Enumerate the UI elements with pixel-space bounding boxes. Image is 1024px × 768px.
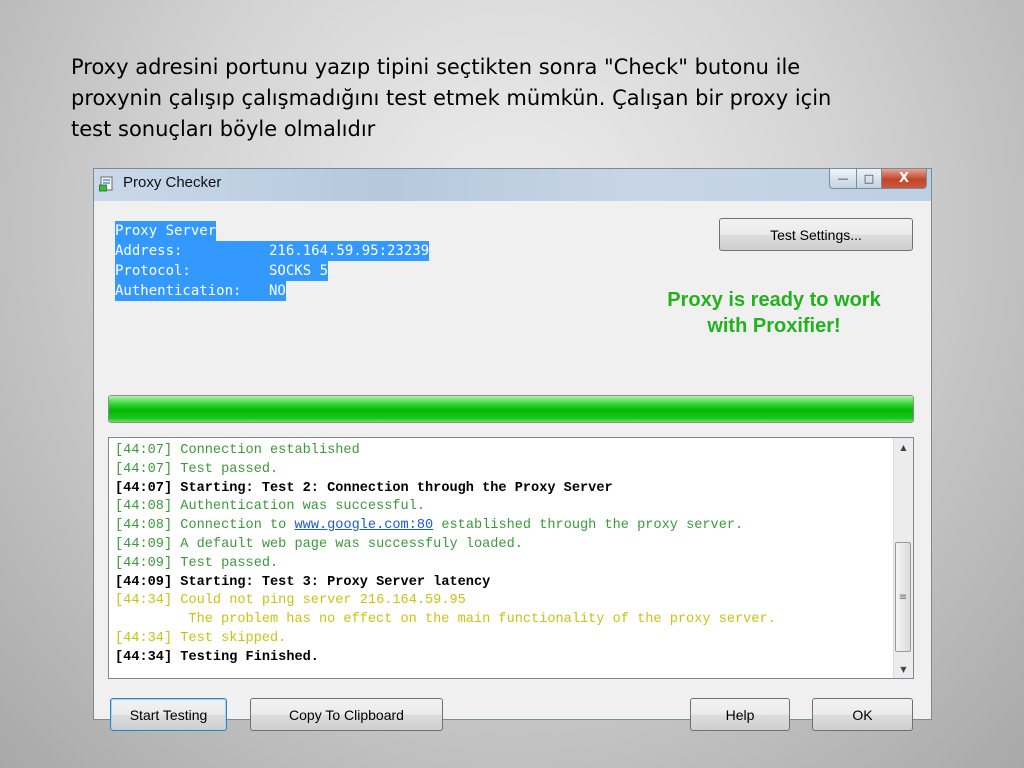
- test-progress-bar: [108, 395, 914, 423]
- proxy-checker-app-icon: [99, 176, 113, 192]
- scrollbar-thumb[interactable]: ≡: [895, 542, 911, 652]
- log-text: Starting: Test 3: Proxy Server latency: [180, 574, 491, 590]
- log-text: A default web page was successfuly loade…: [180, 536, 523, 552]
- start-testing-button[interactable]: Start Testing: [110, 698, 227, 731]
- log-text: Test passed.: [180, 555, 279, 571]
- log-line: [44:07] Starting: Test 2: Connection thr…: [115, 480, 776, 499]
- caption-line: test sonuçları böyle olmalıdır: [71, 117, 376, 141]
- log-line: [44:09] Starting: Test 3: Proxy Server l…: [115, 574, 776, 593]
- log-text: Connection established: [180, 443, 360, 458]
- proxy-status-message: Proxy is ready to work with Proxifier!: [634, 287, 914, 339]
- log-text: Test passed.: [180, 461, 279, 477]
- authentication-value: NO: [269, 281, 286, 301]
- ok-button[interactable]: OK: [812, 698, 913, 731]
- window-client-area: Proxy Server Address: 216.164.59.95:23239…: [94, 201, 931, 731]
- log-line: [44:34] Test skipped.: [115, 630, 776, 649]
- log-line: [44:09] A default web page was successfu…: [115, 536, 776, 555]
- proxy-server-heading: Proxy Server: [115, 221, 217, 241]
- log-lines: [44:07] Connection established [44:07] Te…: [115, 442, 776, 668]
- log-text: Starting: Test 2: Connection through the…: [180, 480, 613, 496]
- scroll-up-arrow-icon[interactable]: ▲: [894, 438, 913, 456]
- log-timestamp: [44:07]: [115, 461, 173, 477]
- log-timestamp: [44:34]: [115, 649, 173, 665]
- log-line: [44:34] Testing Finished.: [115, 649, 776, 668]
- log-timestamp: [44:09]: [115, 555, 173, 571]
- log-scrollbar[interactable]: ▲ ≡ ▼: [893, 438, 913, 678]
- caption-line: Proxy adresini portunu yazıp tipini seçt…: [71, 55, 801, 79]
- window-controls: — □ X: [829, 169, 927, 189]
- log-timestamp: [44:07]: [115, 480, 173, 496]
- caption-line: proxynin çalışıp çalışmadığını test etme…: [71, 86, 832, 110]
- address-value: 216.164.59.95:23239: [269, 241, 430, 261]
- test-settings-button[interactable]: Test Settings...: [719, 218, 913, 251]
- log-line: [44:08] Connection to www.google.com:80 …: [115, 517, 776, 536]
- log-text: Connection to: [180, 518, 295, 534]
- close-button[interactable]: X: [882, 169, 927, 189]
- log-text: Test skipped.: [180, 630, 287, 646]
- log-link[interactable]: www.google.com:80: [295, 518, 434, 533]
- protocol-label: Protocol:: [115, 261, 269, 281]
- close-icon: X: [898, 171, 910, 186]
- minimize-button[interactable]: —: [829, 169, 857, 189]
- minimize-icon: —: [837, 172, 849, 185]
- status-line: Proxy is ready to work: [667, 289, 881, 311]
- log-line: [44:34] Could not ping server 216.164.59…: [115, 592, 776, 611]
- proxy-checker-window: Proxy Checker — □ X Proxy Server Address…: [93, 168, 932, 731]
- authentication-label: Authentication:: [115, 281, 269, 301]
- status-line: with Proxifier!: [707, 315, 841, 337]
- title-bar[interactable]: Proxy Checker — □ X: [94, 169, 931, 201]
- log-timestamp: [44:08]: [115, 518, 173, 534]
- log-text: Authentication was successful.: [180, 499, 426, 515]
- log-timestamp: [44:34]: [115, 593, 173, 609]
- slide-caption: Proxy adresini portunu yazıp tipini seçt…: [71, 52, 951, 145]
- log-line: [44:08] Authentication was successful.: [115, 498, 776, 517]
- maximize-icon: □: [863, 172, 875, 185]
- log-timestamp: [44:34]: [115, 630, 173, 646]
- maximize-button[interactable]: □: [857, 169, 882, 189]
- log-timestamp: [44:08]: [115, 499, 173, 515]
- log-timestamp: [44:09]: [115, 536, 173, 552]
- test-log-box[interactable]: [44:07] Connection established [44:07] Te…: [108, 437, 914, 679]
- log-line: [44:07] Test passed.: [115, 461, 776, 480]
- protocol-value: SOCKS 5: [269, 261, 329, 281]
- address-label: Address:: [115, 241, 269, 261]
- copy-to-clipboard-button[interactable]: Copy To Clipboard: [250, 698, 443, 731]
- log-text: The problem has no effect on the main fu…: [115, 612, 776, 628]
- log-line: The problem has no effect on the main fu…: [115, 611, 776, 630]
- log-text: established through the proxy server.: [433, 518, 744, 534]
- log-text: Could not ping server 216.164.59.95: [180, 593, 466, 609]
- progress-fill: [109, 396, 913, 422]
- window-title: Proxy Checker: [123, 174, 222, 191]
- log-line: [44:07] Connection established: [115, 442, 776, 461]
- log-line: [44:09] Test passed.: [115, 555, 776, 574]
- scroll-down-arrow-icon[interactable]: ▼: [894, 660, 913, 678]
- log-timestamp: [44:07]: [115, 443, 173, 458]
- log-timestamp: [44:09]: [115, 574, 173, 590]
- log-text: Testing Finished.: [180, 649, 319, 665]
- proxy-info-block[interactable]: Proxy Server Address: 216.164.59.95:23239…: [115, 221, 430, 301]
- help-button[interactable]: Help: [690, 698, 790, 731]
